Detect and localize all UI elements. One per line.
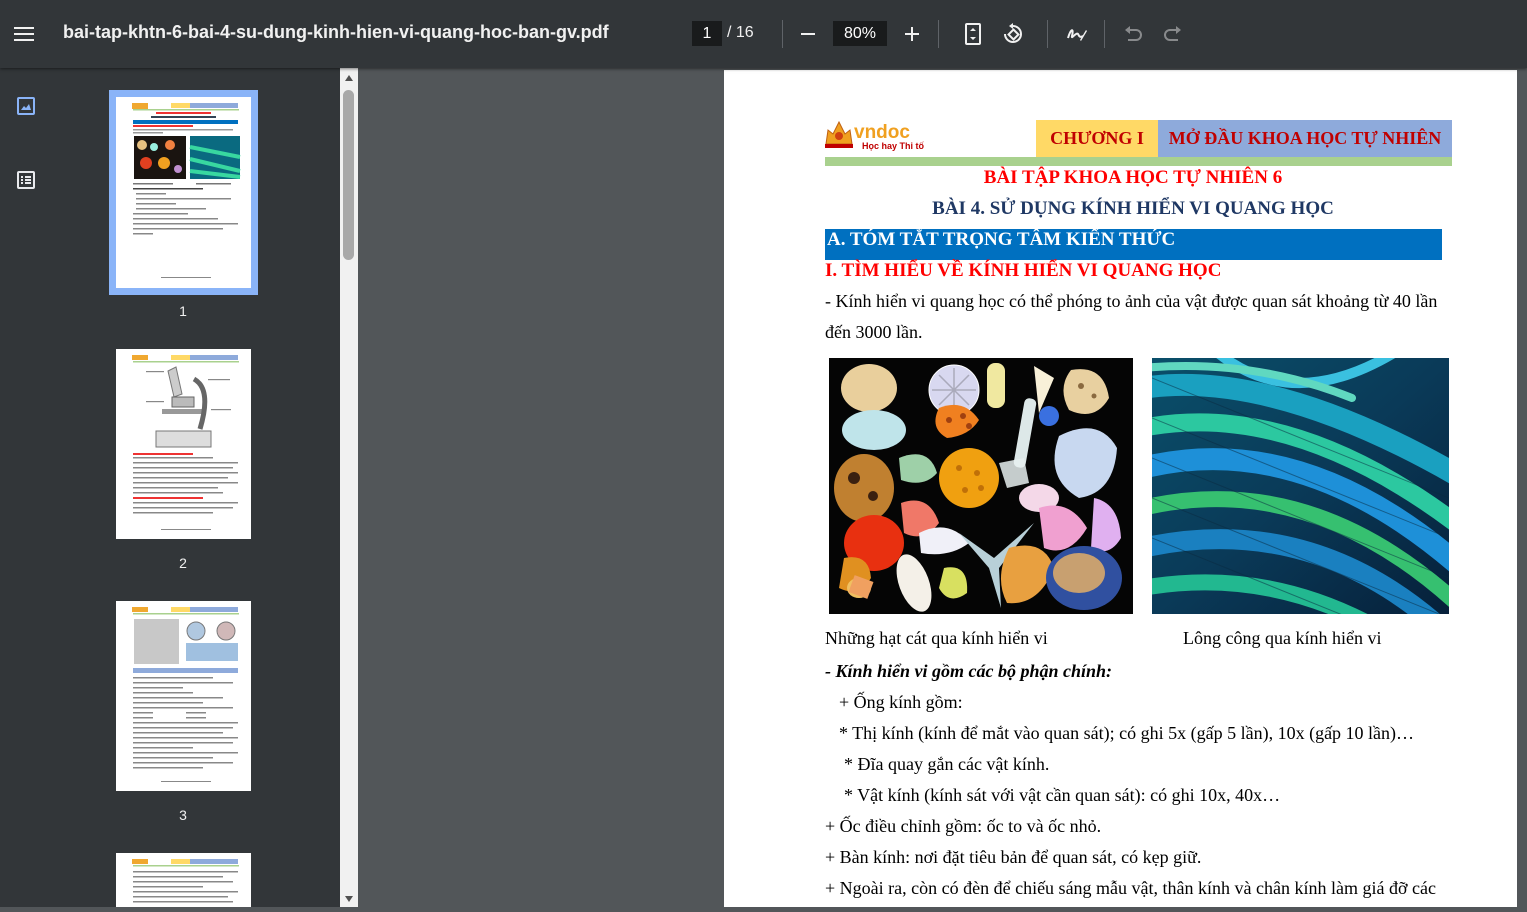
scroll-up-icon[interactable]	[340, 70, 358, 86]
toolbar-divider	[782, 20, 783, 48]
image-caption-sand: Những hạt cát qua kính hiển vi	[825, 628, 1048, 648]
page-thumbnail-1[interactable]	[109, 90, 258, 295]
paragraph-line: đến 3000 lần.	[825, 322, 923, 342]
thumbnail-label: 1	[179, 303, 187, 319]
zoom-out-button[interactable]	[788, 14, 828, 54]
chapter-label: CHƯƠNG I	[1036, 120, 1158, 157]
sidebar-icon-rail	[0, 68, 52, 907]
page-title: BÀI TẬP KHOA HỌC TỰ NHIÊN 6	[983, 167, 1283, 188]
paragraph-line: * Vật kính (kính sát với vật cần quan sá…	[844, 785, 1281, 805]
outline-view-icon[interactable]	[11, 165, 41, 195]
page-number-input[interactable]: 1	[692, 21, 722, 46]
lesson-title: BÀI 4. SỬ DỤNG KÍNH HIỂN VI QUANG HỌC	[932, 198, 1334, 219]
paragraph-line: - Kính hiển vi quang học có thể phóng to…	[825, 291, 1438, 311]
svg-text:vndoc: vndoc	[854, 122, 910, 143]
paragraph-line: + Ngoài ra, còn có đèn để chiếu sáng mẫu…	[825, 878, 1436, 898]
minus-icon	[801, 33, 815, 35]
header-divider	[825, 157, 1452, 166]
pdf-page-1: vndoc Học hay Thi tốt CHƯƠNG I MỞ ĐẦU KH…	[724, 70, 1517, 907]
undo-icon	[1125, 26, 1142, 41]
toolbar-divider	[1047, 20, 1048, 48]
page-total: / 16	[727, 24, 754, 41]
fit-page-icon	[965, 23, 981, 45]
page-thumbnail-3[interactable]	[116, 601, 251, 791]
paragraph-line: + Bàn kính: nơi đặt tiêu bản để quan sát…	[825, 847, 1202, 867]
image-caption-feather: Lông công qua kính hiển vi	[1183, 628, 1382, 648]
thumbnail-sidebar: 1 2 3	[0, 68, 358, 907]
plus-icon	[905, 27, 919, 41]
document-title: bai-tap-khtn-6-bai-4-su-dung-kinh-hien-v…	[63, 22, 609, 42]
redo-icon	[1164, 26, 1181, 41]
page-thumbnail-4[interactable]	[116, 853, 251, 907]
sidebar-scrollbar[interactable]	[340, 68, 358, 907]
undo-button[interactable]	[1113, 14, 1153, 54]
thumbnails-view-icon[interactable]	[11, 91, 41, 121]
pen-icon	[1067, 29, 1087, 41]
section-a-heading: A. TÓM TẮT TRỌNG TÂM KIẾN THỨC	[825, 229, 1442, 260]
section-i-heading: I. TÌM HIỂU VỀ KÍNH HIỂN VI QUANG HỌC	[825, 260, 1222, 281]
scroll-down-icon[interactable]	[340, 891, 358, 907]
rotate-icon	[1004, 23, 1022, 43]
thumbnail-label: 2	[179, 555, 187, 571]
rotate-button[interactable]	[993, 14, 1033, 54]
sand-grains-image	[829, 358, 1133, 614]
paragraph-line: + Ốc điều chỉnh gồm: ốc to và ốc nhỏ.	[825, 816, 1102, 836]
toolbar-divider	[938, 20, 939, 48]
paragraph-line: + Ống kính gồm:	[839, 692, 963, 712]
parts-heading: - Kính hiển vi gồm các bộ phận chính:	[825, 661, 1113, 681]
page-thumbnail-2[interactable]	[116, 349, 251, 539]
zoom-in-button[interactable]	[892, 14, 932, 54]
peacock-feather-image	[1152, 358, 1449, 614]
vndoc-logo: vndoc Học hay Thi tốt	[824, 118, 927, 154]
paragraph-line: * Đĩa quay gắn các vật kính.	[844, 754, 1050, 774]
svg-text:Học hay Thi tốt: Học hay Thi tốt	[862, 141, 924, 151]
scrollbar-thumb[interactable]	[343, 90, 354, 260]
annotate-button[interactable]	[1057, 14, 1097, 54]
fit-to-page-button[interactable]	[953, 14, 993, 54]
chapter-title: MỞ ĐẦU KHOA HỌC TỰ NHIÊN	[1158, 120, 1452, 157]
thumbnail-label: 3	[179, 807, 187, 823]
pdf-toolbar: bai-tap-khtn-6-bai-4-su-dung-kinh-hien-v…	[0, 0, 1527, 68]
zoom-input[interactable]: 80%	[833, 21, 887, 46]
menu-icon[interactable]	[4, 14, 44, 54]
redo-button[interactable]	[1153, 14, 1193, 54]
paragraph-line: * Thị kính (kính để mắt vào quan sát); c…	[839, 723, 1415, 743]
toolbar-divider	[1104, 20, 1105, 48]
